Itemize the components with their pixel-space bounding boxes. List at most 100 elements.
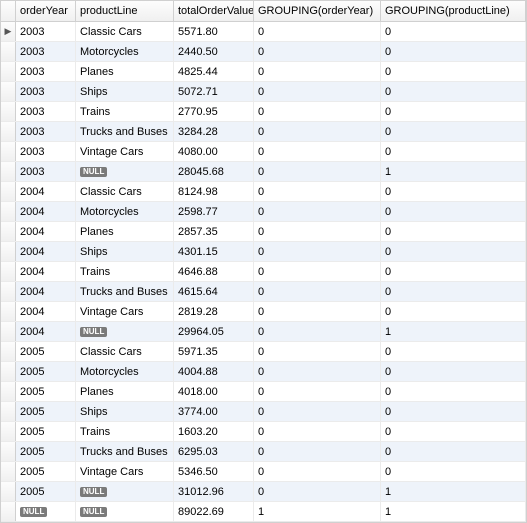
cell-orderYear[interactable]: 2005	[16, 462, 76, 481]
cell-productLine[interactable]: NULL	[76, 322, 174, 341]
table-row[interactable]: NULLNULL89022.6911	[1, 502, 526, 522]
row-selector[interactable]	[1, 422, 16, 441]
cell-grouping-orderYear[interactable]: 0	[254, 282, 381, 301]
cell-grouping-orderYear[interactable]: 0	[254, 122, 381, 141]
cell-grouping-productLine[interactable]: 0	[381, 462, 526, 481]
cell-productLine[interactable]: Planes	[76, 222, 174, 241]
cell-totalOrderValue[interactable]: 3774.00	[174, 402, 254, 421]
cell-grouping-orderYear[interactable]: 0	[254, 362, 381, 381]
row-selector[interactable]: ▶	[1, 22, 16, 41]
row-selector-header[interactable]	[1, 1, 16, 21]
cell-grouping-productLine[interactable]: 1	[381, 482, 526, 501]
cell-grouping-orderYear[interactable]: 0	[254, 182, 381, 201]
cell-grouping-orderYear[interactable]: 0	[254, 62, 381, 81]
col-header-grouping-productLine[interactable]: GROUPING(productLine)	[381, 1, 526, 21]
cell-totalOrderValue[interactable]: 4825.44	[174, 62, 254, 81]
row-selector[interactable]	[1, 502, 16, 521]
row-selector[interactable]	[1, 282, 16, 301]
cell-productLine[interactable]: Trucks and Buses	[76, 122, 174, 141]
cell-orderYear[interactable]: 2003	[16, 162, 76, 181]
cell-productLine[interactable]: Classic Cars	[76, 22, 174, 41]
cell-grouping-productLine[interactable]: 0	[381, 182, 526, 201]
row-selector[interactable]	[1, 182, 16, 201]
cell-grouping-productLine[interactable]: 0	[381, 62, 526, 81]
cell-totalOrderValue[interactable]: 4646.88	[174, 262, 254, 281]
cell-grouping-productLine[interactable]: 0	[381, 142, 526, 161]
cell-orderYear[interactable]: 2003	[16, 22, 76, 41]
cell-grouping-productLine[interactable]: 0	[381, 402, 526, 421]
cell-orderYear[interactable]: 2004	[16, 222, 76, 241]
table-row[interactable]: 2003Motorcycles2440.5000	[1, 42, 526, 62]
cell-totalOrderValue[interactable]: 4615.64	[174, 282, 254, 301]
row-selector[interactable]	[1, 262, 16, 281]
cell-productLine[interactable]: NULL	[76, 482, 174, 501]
table-row[interactable]: 2003Trucks and Buses3284.2800	[1, 122, 526, 142]
cell-totalOrderValue[interactable]: 5571.80	[174, 22, 254, 41]
cell-productLine[interactable]: Motorcycles	[76, 42, 174, 61]
cell-grouping-orderYear[interactable]: 0	[254, 162, 381, 181]
table-row[interactable]: 2003Planes4825.4400	[1, 62, 526, 82]
cell-grouping-orderYear[interactable]: 1	[254, 502, 381, 521]
cell-productLine[interactable]: Vintage Cars	[76, 142, 174, 161]
cell-orderYear[interactable]: 2003	[16, 142, 76, 161]
table-row[interactable]: 2003Trains2770.9500	[1, 102, 526, 122]
cell-grouping-productLine[interactable]: 1	[381, 162, 526, 181]
cell-totalOrderValue[interactable]: 29964.05	[174, 322, 254, 341]
cell-grouping-orderYear[interactable]: 0	[254, 382, 381, 401]
cell-orderYear[interactable]: 2003	[16, 62, 76, 81]
table-row[interactable]: 2005Classic Cars5971.3500	[1, 342, 526, 362]
cell-grouping-productLine[interactable]: 0	[381, 42, 526, 61]
cell-productLine[interactable]: Ships	[76, 242, 174, 261]
cell-grouping-orderYear[interactable]: 0	[254, 402, 381, 421]
cell-orderYear[interactable]: 2003	[16, 122, 76, 141]
col-header-totalOrderValue[interactable]: totalOrderValue	[174, 1, 254, 21]
cell-productLine[interactable]: Vintage Cars	[76, 462, 174, 481]
cell-grouping-productLine[interactable]: 0	[381, 282, 526, 301]
row-selector[interactable]	[1, 342, 16, 361]
cell-grouping-orderYear[interactable]: 0	[254, 202, 381, 221]
table-row[interactable]: 2005Planes4018.0000	[1, 382, 526, 402]
cell-grouping-orderYear[interactable]: 0	[254, 482, 381, 501]
cell-totalOrderValue[interactable]: 4080.00	[174, 142, 254, 161]
data-grid[interactable]: orderYear productLine totalOrderValue GR…	[0, 0, 527, 523]
table-row[interactable]: 2004NULL29964.0501	[1, 322, 526, 342]
cell-totalOrderValue[interactable]: 5072.71	[174, 82, 254, 101]
table-row[interactable]: 2005Ships3774.0000	[1, 402, 526, 422]
row-selector[interactable]	[1, 142, 16, 161]
cell-grouping-orderYear[interactable]: 0	[254, 222, 381, 241]
cell-productLine[interactable]: Classic Cars	[76, 182, 174, 201]
cell-productLine[interactable]: Motorcycles	[76, 362, 174, 381]
row-selector[interactable]	[1, 162, 16, 181]
cell-totalOrderValue[interactable]: 4301.15	[174, 242, 254, 261]
cell-orderYear[interactable]: 2004	[16, 282, 76, 301]
cell-totalOrderValue[interactable]: 2598.77	[174, 202, 254, 221]
cell-grouping-productLine[interactable]: 0	[381, 102, 526, 121]
table-row[interactable]: 2005Vintage Cars5346.5000	[1, 462, 526, 482]
cell-totalOrderValue[interactable]: 4018.00	[174, 382, 254, 401]
table-row[interactable]: 2003NULL28045.6801	[1, 162, 526, 182]
table-row[interactable]: 2004Vintage Cars2819.2800	[1, 302, 526, 322]
cell-orderYear[interactable]: NULL	[16, 502, 76, 521]
row-selector[interactable]	[1, 82, 16, 101]
row-selector[interactable]	[1, 482, 16, 501]
cell-grouping-productLine[interactable]: 0	[381, 362, 526, 381]
cell-grouping-productLine[interactable]: 0	[381, 222, 526, 241]
cell-orderYear[interactable]: 2004	[16, 302, 76, 321]
col-header-grouping-orderYear[interactable]: GROUPING(orderYear)	[254, 1, 381, 21]
row-selector[interactable]	[1, 222, 16, 241]
cell-totalOrderValue[interactable]: 1603.20	[174, 422, 254, 441]
table-row[interactable]: 2004Planes2857.3500	[1, 222, 526, 242]
table-row[interactable]: 2005Trains1603.2000	[1, 422, 526, 442]
cell-totalOrderValue[interactable]: 5971.35	[174, 342, 254, 361]
cell-orderYear[interactable]: 2005	[16, 402, 76, 421]
cell-grouping-productLine[interactable]: 0	[381, 122, 526, 141]
cell-grouping-productLine[interactable]: 0	[381, 202, 526, 221]
cell-grouping-productLine[interactable]: 0	[381, 22, 526, 41]
col-header-orderYear[interactable]: orderYear	[16, 1, 76, 21]
cell-orderYear[interactable]: 2005	[16, 342, 76, 361]
cell-orderYear[interactable]: 2005	[16, 422, 76, 441]
cell-totalOrderValue[interactable]: 2440.50	[174, 42, 254, 61]
cell-grouping-productLine[interactable]: 0	[381, 82, 526, 101]
row-selector[interactable]	[1, 102, 16, 121]
cell-orderYear[interactable]: 2004	[16, 182, 76, 201]
